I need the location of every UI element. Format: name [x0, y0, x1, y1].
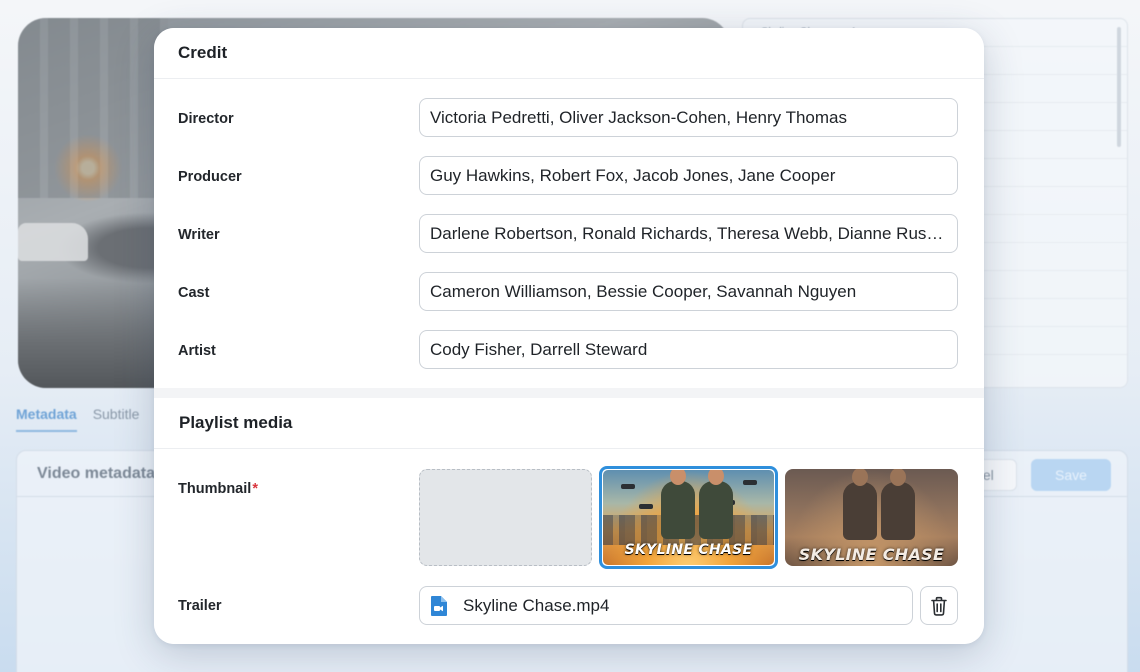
writer-label: Writer [178, 227, 220, 243]
thumbnail-poster-image: SKYLINE CHASE [603, 470, 774, 565]
delete-trailer-button[interactable] [920, 586, 958, 625]
detail-tabs: Metadata Subtitle [16, 406, 139, 432]
playlist-media-section: Playlist media Thumbnail* SKYLINE CHASE [154, 398, 984, 644]
artist-input[interactable] [419, 330, 958, 369]
credit-section-title: Credit [154, 28, 984, 79]
poster-figure [661, 470, 695, 539]
thumbnail-empty-slot[interactable] [419, 469, 592, 566]
poster-figure [881, 469, 915, 540]
credit-section: Credit Director Producer Writer Cast Art… [154, 28, 984, 388]
section-divider [154, 388, 984, 398]
cast-label: Cast [178, 285, 210, 301]
video-frame-building [18, 18, 168, 198]
file-list-scrollbar[interactable] [1117, 27, 1121, 147]
thumbnail-label-text: Thumbnail [178, 481, 252, 497]
tab-metadata[interactable]: Metadata [16, 406, 77, 432]
video-file-icon [431, 595, 447, 616]
thumbnail-option-selected[interactable]: SKYLINE CHASE [599, 466, 778, 569]
director-label: Director [178, 111, 234, 127]
drone-icon [639, 504, 653, 509]
playlist-media-title: Playlist media [154, 398, 984, 449]
producer-row: Producer [154, 156, 984, 214]
trailer-file-name: Skyline Chase.mp4 [463, 595, 610, 615]
artist-row: Artist [154, 330, 984, 388]
required-asterisk: * [252, 481, 258, 497]
save-button[interactable]: Save [1031, 459, 1111, 491]
credit-fields: Director Producer Writer Cast Artist [154, 79, 984, 388]
drone-icon [743, 480, 757, 485]
writer-row: Writer [154, 214, 984, 272]
trailer-file-field[interactable]: Skyline Chase.mp4 [419, 586, 913, 625]
tab-subtitle[interactable]: Subtitle [93, 406, 140, 432]
credit-modal: Credit Director Producer Writer Cast Art… [154, 28, 984, 644]
producer-label: Producer [178, 169, 242, 185]
thumbnail-option[interactable]: SKYLINE CHASE [785, 469, 958, 566]
producer-input[interactable] [419, 156, 958, 195]
director-row: Director [154, 98, 984, 156]
poster-figure [699, 470, 733, 539]
director-input[interactable] [419, 98, 958, 137]
cast-row: Cast [154, 272, 984, 330]
writer-input[interactable] [419, 214, 958, 253]
artist-label: Artist [178, 343, 216, 359]
video-frame-car [18, 223, 88, 261]
trash-icon [931, 596, 947, 616]
drone-icon [621, 484, 635, 489]
poster-title: SKYLINE CHASE [624, 542, 753, 558]
poster-title: SKYLINE CHASE [798, 545, 945, 564]
thumbnail-label: Thumbnail* [178, 481, 258, 497]
thumbnail-poster-image: SKYLINE CHASE [785, 469, 958, 566]
poster-figure [843, 469, 877, 540]
playlist-media-body: Thumbnail* SKYLINE CHASE SKYLINE CHASE T… [154, 449, 984, 644]
cast-input[interactable] [419, 272, 958, 311]
trailer-label: Trailer [178, 598, 222, 614]
